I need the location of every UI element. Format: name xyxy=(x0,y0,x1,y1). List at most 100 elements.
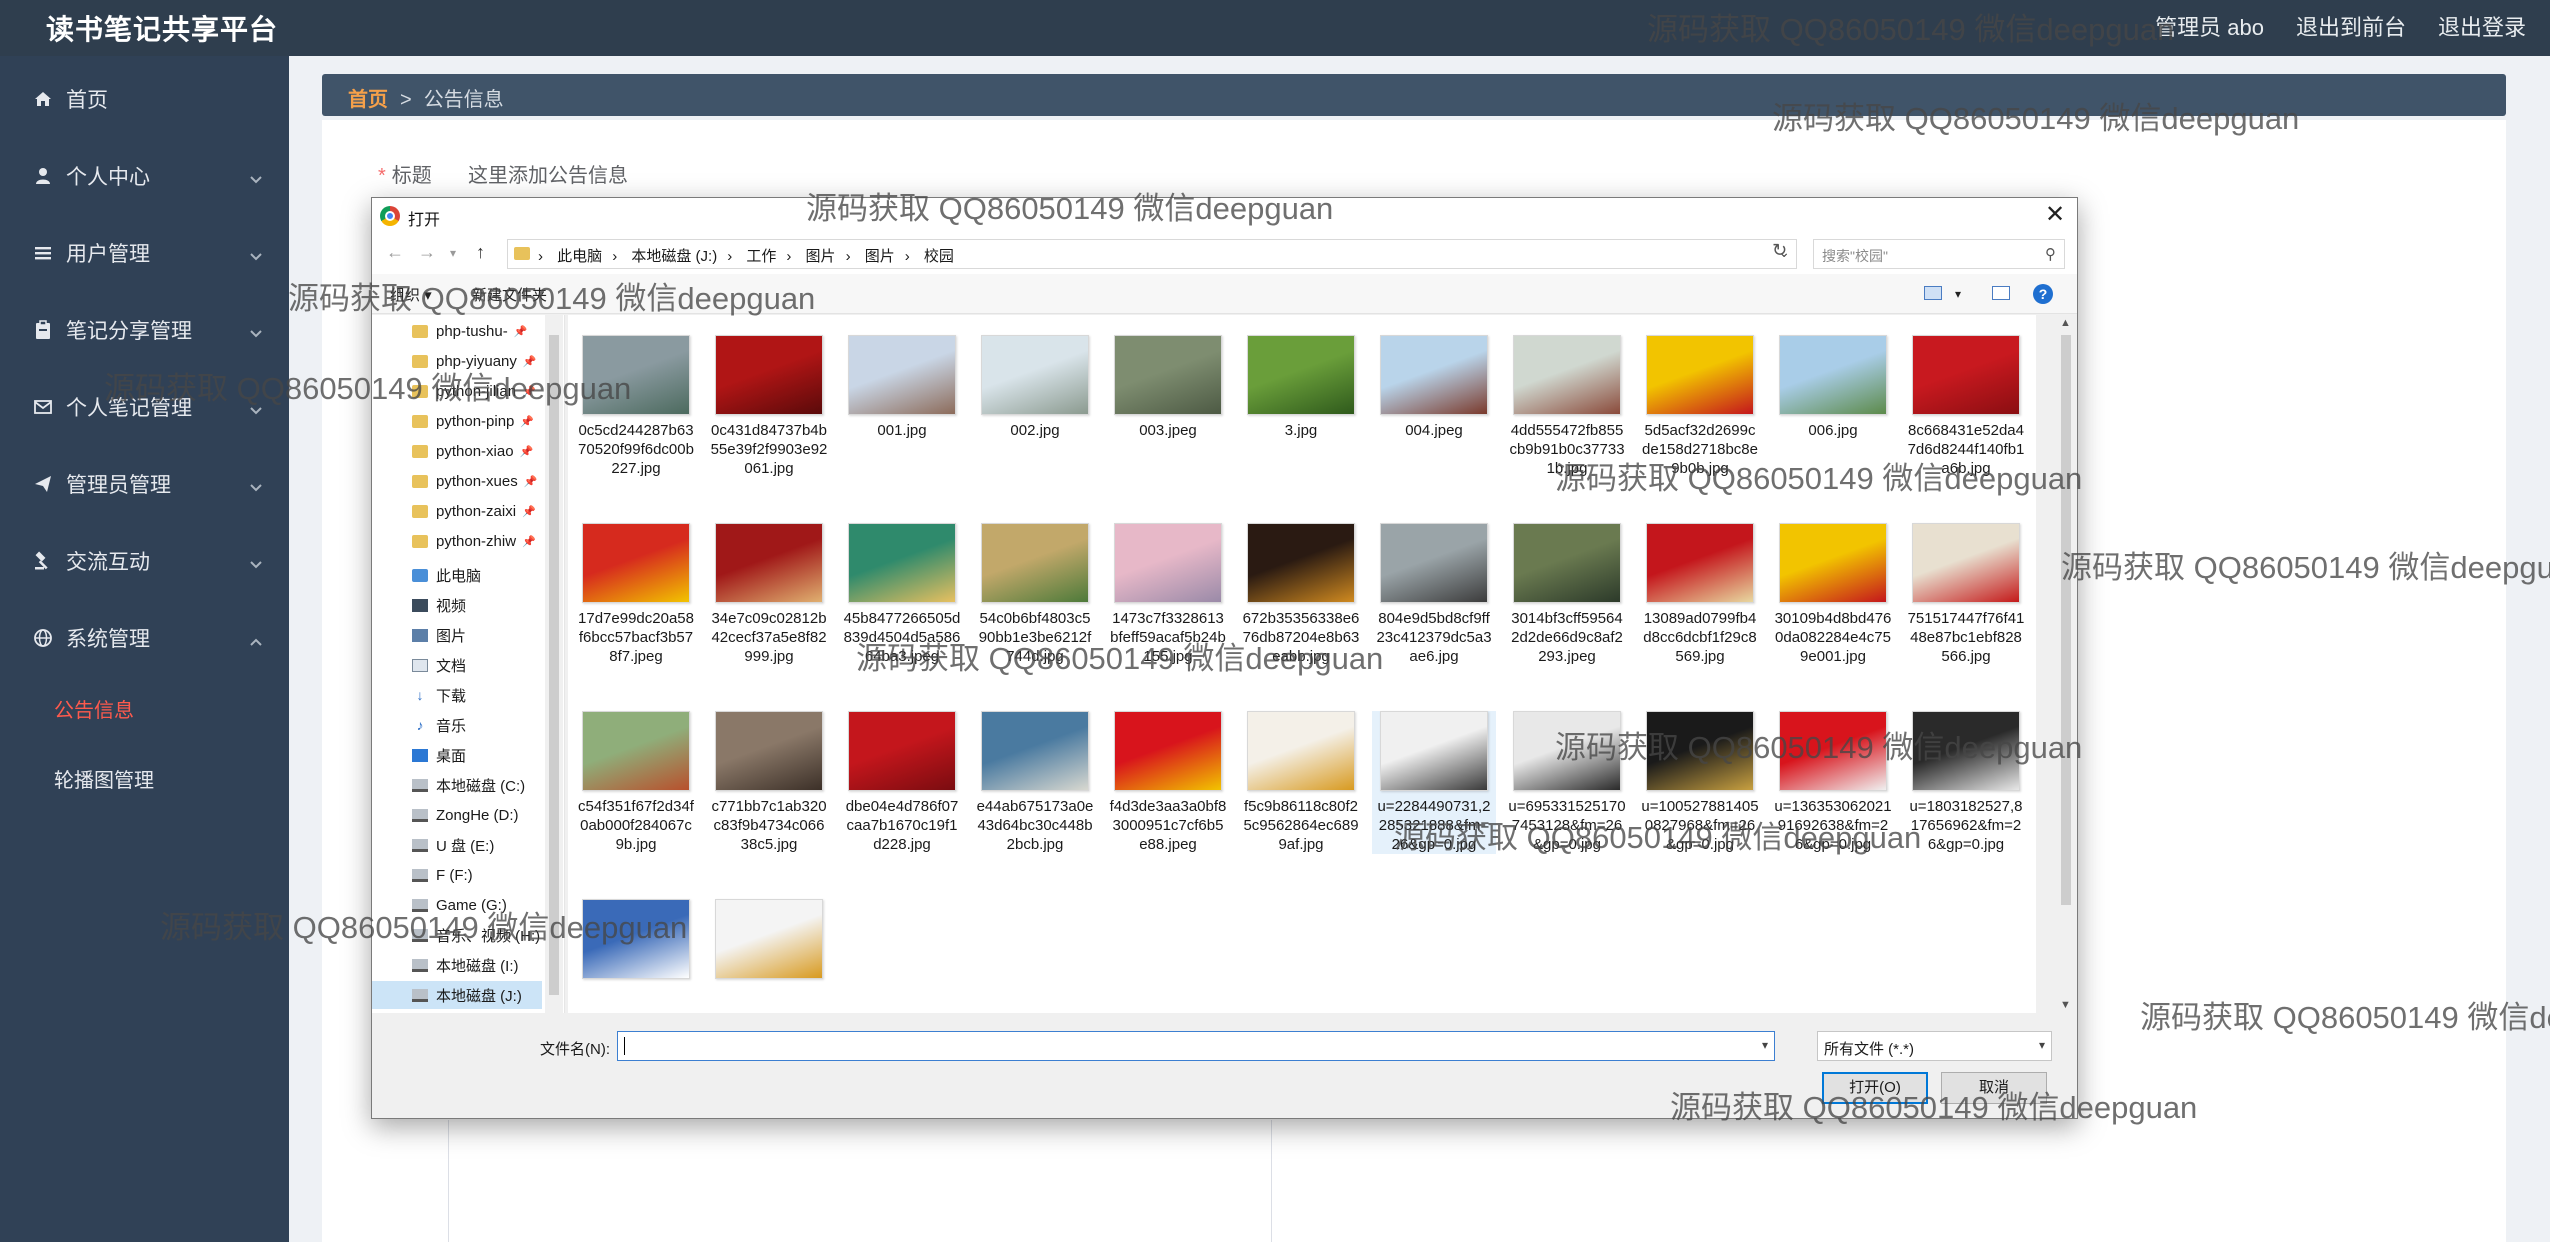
tree-item[interactable]: U 盘 (E:) xyxy=(412,831,494,859)
new-folder-button[interactable]: 新建文件夹 xyxy=(472,284,547,305)
sidebar-item-personal-note-management[interactable]: 个人笔记管理 xyxy=(0,372,289,442)
tree-item[interactable]: 视频 xyxy=(412,591,466,619)
file-item[interactable]: 004.jpeg xyxy=(1372,335,1496,440)
address-segment[interactable]: 图片 xyxy=(865,248,895,265)
file-item[interactable]: 17d7e99dc20a58f6bcc57bacf3b578f7.jpeg xyxy=(574,523,698,666)
tree-item[interactable]: 本地磁盘 (I:) xyxy=(412,951,519,979)
tree-item[interactable]: python-jilian 📌 xyxy=(412,377,536,405)
file-item[interactable] xyxy=(707,899,831,985)
tree-item[interactable]: 文档 xyxy=(412,651,466,679)
sidebar-item-home[interactable]: 首页 xyxy=(0,64,289,134)
file-item[interactable]: 54c0b6bf4803c590bb1e3be6212f744d.jpg xyxy=(973,523,1097,666)
open-button[interactable]: 打开(O) xyxy=(1822,1072,1928,1104)
file-item[interactable]: 006.jpg xyxy=(1771,335,1895,440)
tree-item[interactable]: Game (G:) xyxy=(412,891,507,919)
file-item[interactable]: 001.jpg xyxy=(840,335,964,440)
file-name-input[interactable]: ▾ xyxy=(617,1031,1775,1061)
tree-item[interactable]: 此电脑 xyxy=(412,561,481,589)
title-input[interactable]: 这里添加公告信息 xyxy=(468,159,628,188)
organize-button[interactable]: 组织 ▾ xyxy=(390,284,432,305)
logout-link[interactable]: 退出登录 xyxy=(2438,10,2526,42)
tree-item[interactable]: 音乐、视频 (H:) xyxy=(412,921,540,949)
tree-item[interactable]: ↓ 下载 xyxy=(412,681,467,709)
file-item[interactable]: 3014bf3cff595642d2de66d9c8af2293.jpeg xyxy=(1505,523,1629,666)
file-item[interactable]: 3.jpg xyxy=(1239,335,1363,440)
file-type-select[interactable]: 所有文件 (*.*) ▾ xyxy=(1817,1031,2052,1061)
address-bar[interactable]: › 此电脑 › 本地磁盘 (J:) › 工作 › 图片 › 图片 › 校园 ⌄ xyxy=(507,239,1797,269)
tree-item[interactable]: ♪ 音乐 xyxy=(412,711,467,739)
file-item[interactable]: 672b35356338e676db87204e8b63eabb.jpg xyxy=(1239,523,1363,666)
view-dropdown-icon[interactable]: ▾ xyxy=(1955,287,1961,301)
file-name: 0c5cd244287b6370520f99f6dc00b227.jpg xyxy=(578,422,694,477)
tree-item[interactable]: 图片 xyxy=(412,621,466,649)
file-item[interactable]: 45b8477266505d839d4504d5a58664ba3.jpeg xyxy=(840,523,964,666)
file-item[interactable]: 804e9d5bd8cf9ff23c412379dc5a3ae6.jpg xyxy=(1372,523,1496,666)
file-item[interactable] xyxy=(574,899,698,985)
tree-item[interactable]: 本地磁盘 (C:) xyxy=(412,771,525,799)
back-arrow-icon[interactable]: ← xyxy=(386,242,404,263)
file-grid-scrollbar[interactable]: ▲ ▼ xyxy=(2057,315,2075,1013)
sidebar-item-interaction[interactable]: 交流互动 xyxy=(0,526,289,596)
cancel-button[interactable]: 取消 xyxy=(1941,1072,2047,1104)
tree-item[interactable]: python-pinp 📌 xyxy=(412,407,534,435)
address-segment[interactable]: 本地磁盘 (J:) xyxy=(631,248,717,265)
file-item[interactable]: 30109b4d8bd4760da082284e4c759e001.jpg xyxy=(1771,523,1895,666)
sidebar-subitem-carousel-management[interactable]: 轮播图管理 xyxy=(54,764,154,793)
recent-dropdown-icon[interactable]: ▾ xyxy=(450,246,456,260)
address-segment[interactable]: 校园 xyxy=(924,248,954,265)
file-item[interactable]: e44ab675173a0e43d64bc30c448b2bcb.jpg xyxy=(973,711,1097,854)
sidebar-item-system-management[interactable]: 系统管理 xyxy=(0,603,289,673)
file-item[interactable]: 34e7c09c02812b42cecf37a5e8f82999.jpg xyxy=(707,523,831,666)
back-to-front-link[interactable]: 退出到前台 xyxy=(2296,10,2406,42)
tree-item[interactable]: php-tushu- 📌 xyxy=(412,317,527,345)
sidebar-item-admin-management[interactable]: 管理员管理 xyxy=(0,449,289,519)
tree-item[interactable]: 桌面 xyxy=(412,741,466,769)
chevron-down-icon[interactable]: ▾ xyxy=(1762,1038,1768,1052)
forward-arrow-icon[interactable]: → xyxy=(418,242,436,263)
change-view-icon[interactable] xyxy=(1924,286,1942,300)
file-item[interactable]: u=1005278814050827968&fm=26&gp=0.jpg xyxy=(1638,711,1762,854)
file-item[interactable]: 0c5cd244287b6370520f99f6dc00b227.jpg xyxy=(574,335,698,478)
tree-item[interactable]: F (F:) xyxy=(412,861,473,889)
sidebar-item-user-management[interactable]: 用户管理 xyxy=(0,218,289,288)
close-button[interactable]: ✕ xyxy=(2041,202,2069,230)
address-segment[interactable]: 此电脑 xyxy=(557,248,602,265)
tree-item[interactable]: php-yiyuany 📌 xyxy=(412,347,537,375)
tree-item[interactable]: python-zaixi 📌 xyxy=(412,497,536,525)
file-item[interactable]: 8c668431e52da47d6d8244f140fb1a6b.jpg xyxy=(1904,335,2028,478)
file-item[interactable]: dbe04e4d786f07caa7b1670c19f1d228.jpg xyxy=(840,711,964,854)
file-item[interactable]: c771bb7c1ab320c83f9b4734c06638c5.jpg xyxy=(707,711,831,854)
help-icon[interactable]: ? xyxy=(2033,284,2053,304)
file-item[interactable]: 1473c7f3328613bfeff59acaf5b24b155.jpg xyxy=(1106,523,1230,666)
file-item[interactable]: 13089ad0799fb4d8cc6dcbf1f29c8569.jpg xyxy=(1638,523,1762,666)
file-item[interactable]: 751517447f76f4148e87bc1ebf828566.jpg xyxy=(1904,523,2028,666)
sidebar-subitem-announcements[interactable]: 公告信息 xyxy=(54,694,134,723)
file-item[interactable]: 003.jpeg xyxy=(1106,335,1230,440)
tree-item[interactable]: python-zhiw 📌 xyxy=(412,527,536,555)
search-box[interactable]: 搜索"校园" ⚲ xyxy=(1813,239,2065,269)
file-item[interactable]: 5d5acf32d2699cde158d2718bc8e9b0b.jpg xyxy=(1638,335,1762,478)
file-item[interactable]: f5c9b86118c80f25c9562864ec6899af.jpg xyxy=(1239,711,1363,854)
refresh-icon[interactable]: ↻ xyxy=(1772,240,1787,261)
tree-item[interactable]: 本地磁盘 (J:) xyxy=(372,981,542,1009)
sidebar-item-note-share-management[interactable]: 笔记分享管理 xyxy=(0,295,289,365)
file-item[interactable]: 002.jpg xyxy=(973,335,1097,440)
preview-pane-icon[interactable] xyxy=(1992,286,2010,300)
file-item[interactable]: u=6953315251707453128&fm=26&gp=0.jpg xyxy=(1505,711,1629,854)
breadcrumb-home[interactable]: 首页 xyxy=(348,89,388,111)
file-item[interactable]: 0c431d84737b4b55e39f2f9903e92061.jpg xyxy=(707,335,831,478)
tree-item[interactable]: python-xiao 📌 xyxy=(412,437,533,465)
file-item[interactable]: c54f351f67f2d34f0ab000f284067c9b.jpg xyxy=(574,711,698,854)
tree-item[interactable]: ZongHe (D:) xyxy=(412,801,519,829)
tree-item[interactable]: python-xues 📌 xyxy=(412,467,537,495)
address-segment[interactable]: 工作 xyxy=(746,248,776,265)
file-item[interactable]: u=13635306202191692638&fm=26&gp=0.jpg xyxy=(1771,711,1895,854)
file-item[interactable]: f4d3de3aa3a0bf83000951c7cf6b5e88.jpeg xyxy=(1106,711,1230,854)
file-item[interactable]: u=2284490731,2285321888&fm=26&gp=0.jpg xyxy=(1372,711,1496,854)
file-item[interactable]: u=1803182527,817656962&fm=26&gp=0.jpg xyxy=(1904,711,2028,854)
up-arrow-icon[interactable]: ↑ xyxy=(476,242,485,263)
sidebar-item-personal-center[interactable]: 个人中心 xyxy=(0,141,289,211)
tree-scrollbar[interactable] xyxy=(545,315,563,1013)
address-segment[interactable]: 图片 xyxy=(806,248,836,265)
file-item[interactable]: 4dd555472fb855cb9b91b0c377331b.jpg xyxy=(1505,335,1629,478)
